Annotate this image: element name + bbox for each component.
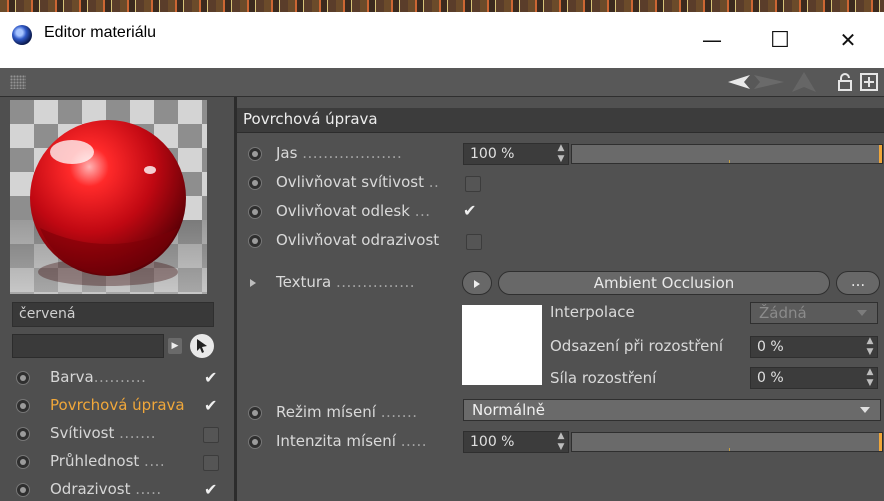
channel-label: Odrazivost ..... (50, 480, 162, 498)
section-title: Povrchová úprava (243, 110, 378, 128)
maximize-button[interactable]: ☐ (744, 12, 816, 68)
channel-item-svitivost[interactable]: Svítivost ....... (0, 422, 236, 446)
slider-tick (729, 160, 730, 163)
ovlivnovat-odrazivost-checkbox[interactable] (466, 234, 482, 250)
shader-more-button[interactable]: ... (836, 271, 880, 295)
material-preview[interactable] (10, 100, 207, 294)
pick-cursor-icon[interactable] (190, 334, 214, 358)
channel-radio[interactable] (16, 371, 30, 385)
close-button[interactable]: ✕ (812, 12, 884, 68)
textura-label: Textura ............... (276, 273, 416, 291)
sila-rozostreni-value-field[interactable]: 0 % (750, 367, 878, 389)
shader-name-button[interactable]: Ambient Occlusion (498, 271, 830, 295)
sila-rozostreni-spinner-icon[interactable]: ▲ ▼ (866, 367, 874, 389)
rezim-miseni-dropdown[interactable]: Normálně (463, 399, 881, 421)
rezim-miseni-label: Režim mísení ....... (276, 403, 418, 421)
material-name-field[interactable]: červená (12, 302, 214, 327)
checkmark-icon: ✔ (463, 201, 477, 220)
ovlivnovat-odlesk-checkbox[interactable]: ✔ (462, 201, 478, 220)
channel-radio[interactable] (16, 427, 30, 441)
material-editor-window: Editor materiálu — ☐ ✕ červená ▶ Barva..… (0, 0, 884, 501)
ovlivnovat-odrazivost-label: Ovlivňovat odrazivost (276, 231, 440, 249)
sila-rozostreni-label: Síla rozostření (550, 369, 657, 387)
channel-checkbox[interactable] (203, 455, 219, 471)
slider-fill-end (879, 145, 882, 163)
channel-item-odrazivost[interactable]: Odrazivost ..... ✔ (0, 478, 236, 501)
lock-icon[interactable] (836, 72, 854, 92)
channel-label: Průhlednost .... (50, 452, 166, 470)
channel-label: Svítivost ....... (50, 424, 157, 442)
ovlivnovat-odlesk-radio[interactable] (248, 205, 262, 219)
odsazeni-label: Odsazení při rozostření (550, 337, 724, 355)
slider-tick (729, 448, 730, 451)
intenzita-miseni-spinner-icon[interactable]: ▲ ▼ (557, 431, 565, 453)
ovlivnovat-odlesk-label: Ovlivňovat odlesk ... (276, 202, 431, 220)
checkmark-icon: ✔ (204, 368, 218, 387)
channel-label: Barva.......... (50, 368, 147, 386)
cinema4d-logo-icon (12, 25, 32, 45)
ovlivnovat-svitivost-label: Ovlivňovat svítivost .. (276, 173, 440, 191)
intenzita-miseni-label: Intenzita mísení ..... (276, 432, 428, 450)
ovlivnovat-odrazivost-radio[interactable] (248, 234, 262, 248)
channel-item-povrchova-uprava[interactable]: Povrchová úprava ✔ (0, 394, 236, 418)
channel-checkbox[interactable] (203, 427, 219, 443)
new-panel-icon[interactable] (860, 72, 878, 92)
jas-label: Jas ................... (276, 144, 403, 162)
intenzita-miseni-radio[interactable] (248, 435, 262, 449)
jas-spinner-icon[interactable]: ▲ ▼ (557, 143, 565, 165)
up-arrow-icon[interactable] (792, 72, 816, 92)
minimize-button[interactable]: — (676, 12, 748, 68)
texture-preview-thumbnail[interactable] (462, 305, 542, 385)
channel-search-input[interactable] (12, 334, 164, 358)
window-title: Editor materiálu (44, 24, 157, 41)
channel-checkbox[interactable]: ✔ (203, 480, 219, 499)
odsazeni-spinner-icon[interactable]: ▲ ▼ (866, 336, 874, 358)
rezim-miseni-value: Normálně (472, 401, 546, 419)
jas-value-field[interactable]: 100 % (463, 143, 569, 165)
channel-label: Povrchová úprava (50, 396, 185, 414)
channel-radio[interactable] (16, 399, 30, 413)
channel-item-barva[interactable]: Barva.......... ✔ (0, 366, 236, 390)
chevron-down-icon (857, 310, 867, 316)
chevron-down-icon (860, 407, 870, 413)
channel-checkbox[interactable]: ✔ (203, 396, 219, 415)
desktop-background-strip (0, 0, 884, 12)
textura-options-button[interactable] (462, 271, 492, 295)
back-arrow-icon[interactable] (728, 72, 750, 92)
jas-animate-radio[interactable] (248, 147, 262, 161)
slider-fill-end (879, 433, 882, 451)
channel-checkbox[interactable]: ✔ (203, 368, 219, 387)
interpolace-value: Žádná (759, 304, 807, 322)
forward-arrow-icon[interactable] (754, 72, 784, 92)
textura-expand-icon[interactable] (250, 279, 256, 287)
channel-item-pruhlednost[interactable]: Průhlednost .... (0, 450, 236, 474)
ovlivnovat-svitivost-radio[interactable] (248, 176, 262, 190)
intenzita-miseni-slider[interactable] (571, 432, 883, 452)
checkmark-icon: ✔ (204, 480, 218, 499)
channel-radio[interactable] (16, 483, 30, 497)
channel-radio[interactable] (16, 455, 30, 469)
interpolace-label: Interpolace (550, 303, 635, 321)
grip-icon[interactable] (10, 75, 26, 89)
rezim-miseni-radio[interactable] (248, 406, 262, 420)
channel-filter-arrow-button[interactable]: ▶ (168, 338, 182, 354)
toolbar (0, 68, 884, 97)
jas-slider[interactable] (571, 144, 883, 164)
checkmark-icon: ✔ (204, 396, 218, 415)
ovlivnovat-svitivost-checkbox[interactable] (465, 176, 481, 192)
play-arrow-icon (474, 280, 480, 288)
odsazeni-value-field[interactable]: 0 % (750, 336, 878, 358)
intenzita-miseni-value-field[interactable]: 100 % (463, 431, 569, 453)
interpolace-dropdown[interactable]: Žádná (750, 302, 878, 324)
